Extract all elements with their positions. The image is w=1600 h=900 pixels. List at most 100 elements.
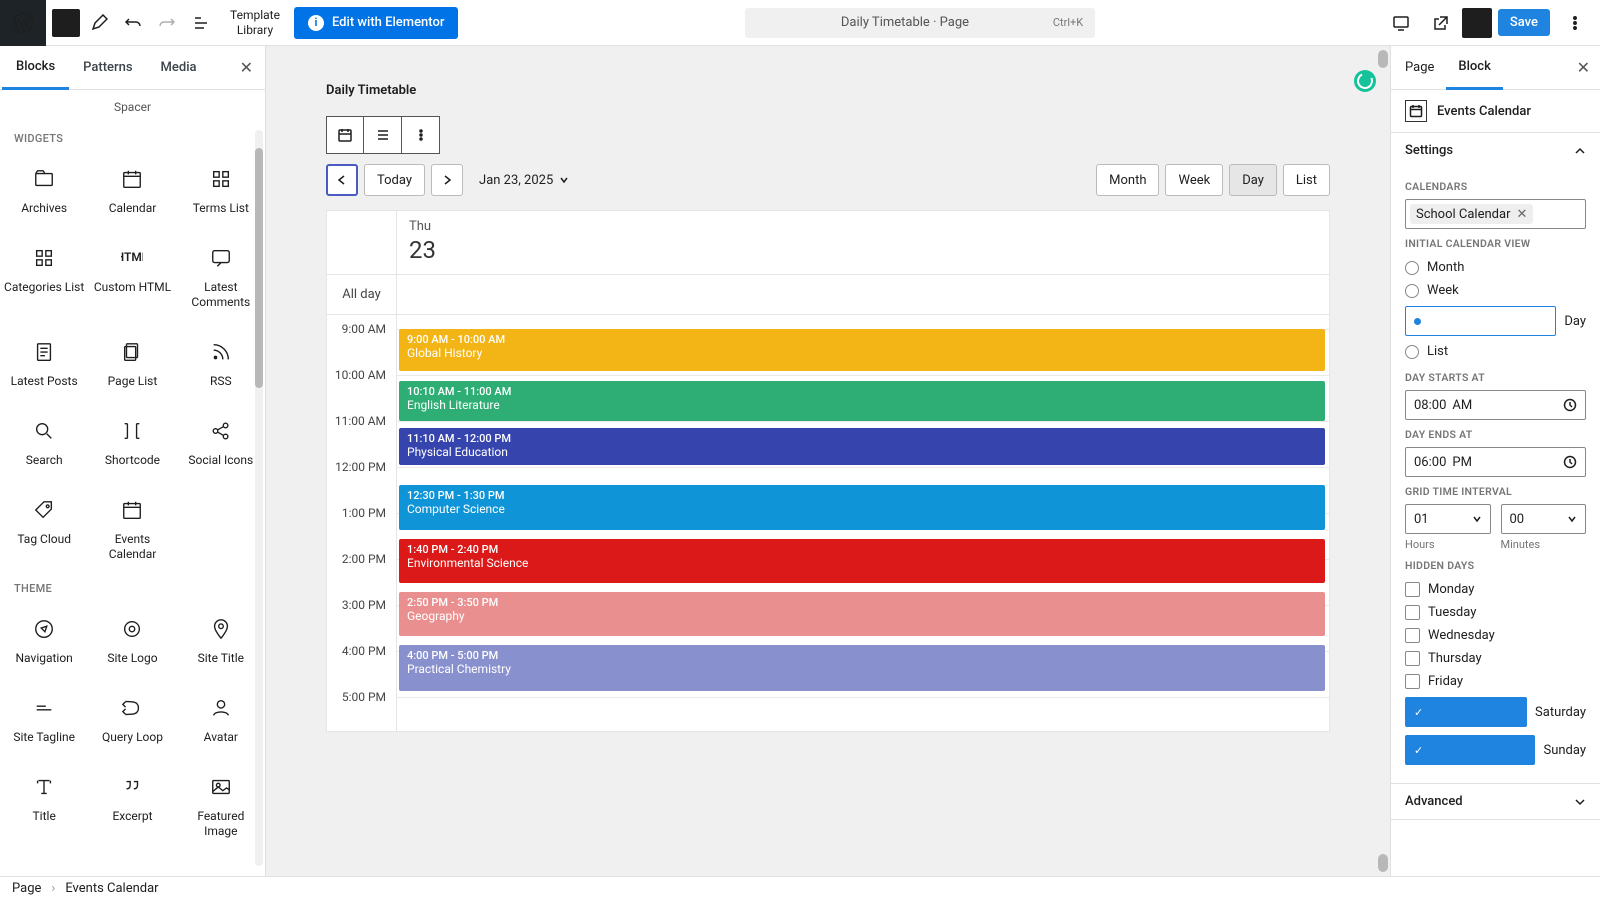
event-item[interactable]: 11:10 AM - 12:00 PMPhysical Education [399, 428, 1325, 465]
hidden-day-sunday-checkbox[interactable]: Sunday [1405, 731, 1586, 769]
block-latest-posts[interactable]: Latest Posts [0, 326, 88, 405]
block-rss[interactable]: RSS [177, 326, 265, 405]
edit-with-elementor-button[interactable]: i Edit with Elementor [294, 7, 458, 39]
hidden-day-saturday-checkbox[interactable]: Saturday [1405, 693, 1586, 731]
hidden-day-tuesday-checkbox[interactable]: Tuesday [1405, 601, 1586, 624]
block-page-list[interactable]: Page List [88, 326, 176, 405]
view-list-button[interactable]: List [1283, 164, 1330, 196]
calendar-block-icon[interactable] [326, 116, 364, 154]
time-label: 12:00 PM [335, 460, 386, 474]
initial-view-week-radio[interactable]: Week [1405, 279, 1586, 302]
page-title[interactable]: Daily Timetable [326, 64, 1330, 102]
event-item[interactable]: 2:50 PM - 3:50 PMGeography [399, 592, 1325, 636]
initial-view-list-radio[interactable]: List [1405, 340, 1586, 363]
breadcrumb-item[interactable]: Events Calendar [65, 881, 158, 896]
prev-day-button[interactable] [326, 164, 358, 196]
edit-icon[interactable] [84, 8, 114, 38]
events-area[interactable]: 9:00 AM - 10:00 AMGlobal History 10:10 AM… [397, 315, 1329, 731]
hidden-day-monday-checkbox[interactable]: Monday [1405, 578, 1586, 601]
block-calendar[interactable]: Calendar [88, 153, 176, 232]
redo-icon[interactable] [152, 8, 182, 38]
document-title-bar[interactable]: Daily Timetable · Page Ctrl+K [745, 8, 1095, 38]
advanced-section-toggle[interactable]: Advanced [1391, 784, 1600, 819]
block-featured-image[interactable]: Featured Image [177, 761, 265, 855]
block-more-options-icon[interactable] [402, 116, 440, 154]
view-week-button[interactable]: Week [1165, 164, 1223, 196]
event-item[interactable]: 4:00 PM - 5:00 PMPractical Chemistry [399, 645, 1325, 691]
block-excerpt[interactable]: Excerpt [88, 761, 176, 855]
block-avatar[interactable]: Avatar [177, 682, 265, 761]
close-settings-icon[interactable]: ✕ [1577, 58, 1590, 77]
block-shortcode[interactable]: Shortcode [88, 405, 176, 484]
hidden-day-thursday-checkbox[interactable]: Thursday [1405, 647, 1586, 670]
block-terms-list[interactable]: Terms List [177, 153, 265, 232]
block-search[interactable]: Search [0, 405, 88, 484]
inserter-tab-patterns[interactable]: Patterns [69, 46, 146, 90]
block-site-title[interactable]: Site Title [177, 603, 265, 682]
initial-view-month-radio[interactable]: Month [1405, 256, 1586, 279]
inserter-tabs: BlocksPatternsMedia ✕ [0, 46, 265, 90]
left-scrollbar[interactable] [255, 130, 263, 866]
canvas-scrollbar[interactable] [1378, 50, 1388, 872]
remove-chip-icon[interactable]: ✕ [1516, 207, 1527, 222]
settings-tab-page[interactable]: Page [1393, 46, 1446, 90]
spacer-block-label[interactable]: Spacer [0, 94, 265, 128]
block-title[interactable]: Title [0, 761, 88, 855]
close-inserter-icon[interactable]: ✕ [240, 58, 253, 77]
day-starts-input[interactable]: 08:00AM [1405, 390, 1586, 420]
grammarly-icon[interactable] [1354, 70, 1376, 92]
loop-icon [120, 696, 144, 720]
block-site-tagline[interactable]: Site Tagline [0, 682, 88, 761]
grid4-icon [209, 167, 233, 191]
top-toolbar: Template Library i Edit with Elementor D… [0, 0, 1600, 46]
wordpress-logo-icon[interactable] [0, 0, 46, 46]
calendar-chip[interactable]: School Calendar ✕ [1410, 204, 1533, 224]
event-item[interactable]: 12:30 PM - 1:30 PMComputer Science [399, 485, 1325, 529]
minutes-select[interactable]: 00 [1501, 504, 1587, 534]
event-item[interactable]: 1:40 PM - 2:40 PMEnvironmental Science [399, 539, 1325, 583]
undo-icon[interactable] [118, 8, 148, 38]
save-button[interactable]: Save [1498, 9, 1550, 36]
hidden-day-wednesday-checkbox[interactable]: Wednesday [1405, 624, 1586, 647]
allday-slot[interactable] [397, 275, 1329, 314]
block-navigation[interactable]: Navigation [0, 603, 88, 682]
block-site-logo[interactable]: Site Logo [88, 603, 176, 682]
view-month-button[interactable]: Month [1096, 164, 1159, 196]
document-outline-icon[interactable] [186, 8, 216, 38]
settings-tab-block[interactable]: Block [1446, 46, 1502, 90]
current-date-dropdown[interactable]: Jan 23, 2025 [479, 173, 569, 188]
compass-icon [32, 617, 56, 641]
block-archives[interactable]: Archives [0, 153, 88, 232]
block-latest-comments[interactable]: Latest Comments [177, 232, 265, 326]
template-library-button[interactable]: Template Library [230, 8, 280, 37]
hidden-day-friday-checkbox[interactable]: Friday [1405, 670, 1586, 693]
desktop-preview-icon[interactable] [1386, 8, 1416, 38]
settings-section-toggle[interactable]: Settings [1391, 133, 1600, 168]
event-item[interactable]: 10:10 AM - 11:00 AMEnglish Literature [399, 381, 1325, 421]
block-query-loop[interactable]: Query Loop [88, 682, 176, 761]
hours-select[interactable]: 01 [1405, 504, 1491, 534]
block-categories-list[interactable]: Categories List [0, 232, 88, 326]
breadcrumb-item[interactable]: Page [12, 881, 41, 896]
block-custom-html[interactable]: HTMLCustom HTML [88, 232, 176, 326]
inserter-tab-blocks[interactable]: Blocks [2, 46, 69, 90]
calendars-input[interactable]: School Calendar ✕ [1405, 199, 1586, 229]
external-preview-icon[interactable] [1426, 8, 1456, 38]
more-options-icon[interactable] [1560, 8, 1590, 38]
today-button[interactable]: Today [364, 164, 425, 196]
settings-panel-toggle-icon[interactable] [1462, 8, 1492, 38]
day-ends-input[interactable]: 06:00PM [1405, 447, 1586, 477]
block-social-icons[interactable]: Social Icons [177, 405, 265, 484]
inserter-tab-media[interactable]: Media [147, 46, 211, 90]
list-view-icon[interactable] [364, 116, 402, 154]
block-events-calendar[interactable]: Events Calendar [88, 484, 176, 578]
share-icon [209, 419, 233, 443]
close-editor-button[interactable] [52, 9, 80, 37]
block-settings-panel: PageBlock ✕ Events Calendar Settings CAL… [1390, 46, 1600, 876]
view-day-button[interactable]: Day [1229, 164, 1277, 196]
block-tag-cloud[interactable]: Tag Cloud [0, 484, 88, 578]
shortcode-icon [120, 419, 144, 443]
initial-view-day-radio[interactable]: Day [1405, 302, 1586, 340]
event-item[interactable]: 9:00 AM - 10:00 AMGlobal History [399, 329, 1325, 371]
next-day-button[interactable] [431, 164, 463, 196]
